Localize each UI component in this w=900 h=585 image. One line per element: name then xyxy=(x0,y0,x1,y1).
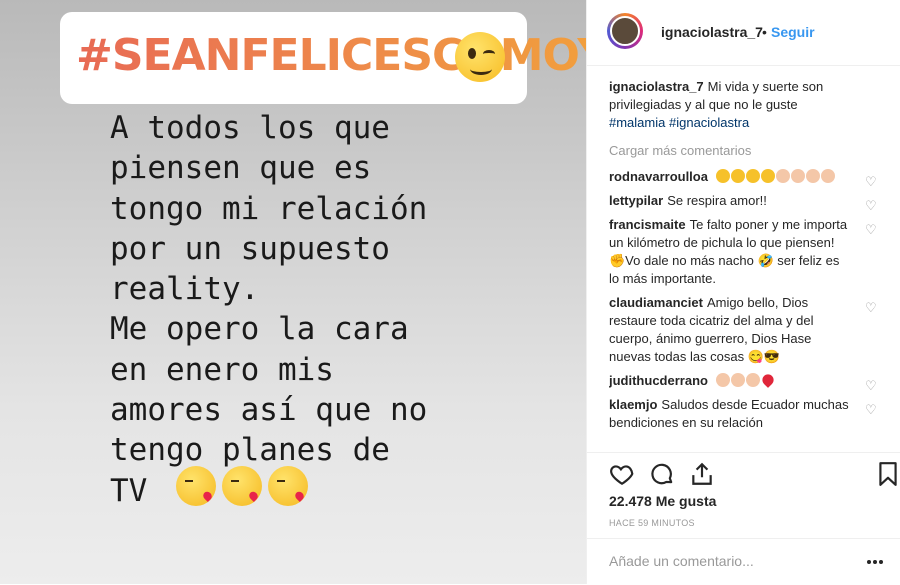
fist-icon xyxy=(790,169,805,183)
clapping-hands-icon xyxy=(745,373,760,387)
comment-username[interactable]: klaemjo xyxy=(609,397,657,412)
clapping-hands-icon xyxy=(715,373,730,387)
kiss-emoji-icon xyxy=(268,466,308,506)
comment-username[interactable]: claudiamanciet xyxy=(609,295,703,310)
like-comment-heart-icon[interactable]: ♡ xyxy=(865,175,877,188)
comment-item: rodnavarroulloa ♡ xyxy=(609,168,879,188)
post-timestamp[interactable]: HACE 59 MINUTOS xyxy=(609,518,695,528)
kiss-emoji-icon xyxy=(222,466,262,506)
instagram-post-view: #SEANFELICESCOMOYO A todos los que piens… xyxy=(0,0,900,584)
story-message: A todos los que piensen que es tongo mi … xyxy=(110,110,428,509)
kiss-emoji-icon xyxy=(176,466,216,506)
comment-username[interactable]: rodnavarroulloa xyxy=(609,169,708,184)
add-comment-bar xyxy=(587,538,900,585)
load-more-comments[interactable]: Cargar más comentarios xyxy=(609,142,879,160)
clapping-hands-icon xyxy=(730,373,745,387)
comment-item: francismaite Te falto poner y me importa … xyxy=(609,216,879,288)
separator-dot: • xyxy=(762,24,767,40)
fist-icon xyxy=(805,169,820,183)
avatar[interactable] xyxy=(607,13,643,49)
flexed-biceps-icon xyxy=(715,169,730,183)
like-heart-icon[interactable] xyxy=(609,461,635,487)
like-comment-heart-icon[interactable]: ♡ xyxy=(865,301,877,314)
hashtag-sticker: #SEANFELICESCOMOYO xyxy=(60,12,586,104)
comment-emojis xyxy=(715,169,836,184)
post-actions xyxy=(587,452,900,493)
caption-username[interactable]: ignaciolastra_7 xyxy=(609,79,704,94)
hashtag-link[interactable]: #ignaciolastra xyxy=(669,115,749,130)
flexed-biceps-icon xyxy=(760,169,775,183)
comment-username[interactable]: judithucderrano xyxy=(609,373,708,388)
comment-item: judithucderrano ♡ xyxy=(609,372,879,392)
comment-emojis xyxy=(715,372,776,388)
like-count[interactable]: 22.478 Me gusta xyxy=(609,493,716,509)
post-username[interactable]: ignaciolastra_7 xyxy=(661,24,763,40)
comment-username[interactable]: lettypilar xyxy=(609,193,663,208)
kiss-emojis xyxy=(176,466,314,511)
add-comment-input[interactable] xyxy=(609,553,839,569)
comment-item: klaemjo Saludos desde Ecuador muchas bend… xyxy=(609,396,879,432)
post-header: ignaciolastra_7 • Seguir xyxy=(587,0,900,66)
share-icon[interactable] xyxy=(689,461,715,487)
like-comment-heart-icon[interactable]: ♡ xyxy=(865,403,877,416)
hashtag-link[interactable]: #malamia xyxy=(609,115,665,130)
bookmark-save-icon[interactable] xyxy=(875,461,900,487)
comment-bubble-icon[interactable] xyxy=(649,461,675,487)
post-sidebar: ignaciolastra_7 • Seguir ignaciolastra_7… xyxy=(586,0,900,584)
comments-list[interactable]: ignaciolastra_7 Mi vida y suerte son priv… xyxy=(609,78,879,450)
comment-item: lettypilar Se respira amor!! ♡ xyxy=(609,192,879,212)
comment-item: claudiamanciet Amigo bello, Dios restaure… xyxy=(609,294,879,366)
flexed-biceps-icon xyxy=(745,169,760,183)
comment-text: Se respira amor!! xyxy=(667,193,767,208)
more-options-icon[interactable] xyxy=(867,551,887,564)
caption: ignaciolastra_7 Mi vida y suerte son priv… xyxy=(609,78,879,132)
like-comment-heart-icon[interactable]: ♡ xyxy=(865,379,877,392)
like-comment-heart-icon[interactable]: ♡ xyxy=(865,223,877,236)
flexed-biceps-icon xyxy=(730,169,745,183)
like-comment-heart-icon[interactable]: ♡ xyxy=(865,199,877,212)
story-image[interactable]: #SEANFELICESCOMOYO A todos los que piens… xyxy=(0,0,586,584)
comment-username[interactable]: francismaite xyxy=(609,217,686,232)
follow-button[interactable]: Seguir xyxy=(771,24,815,40)
red-heart-icon xyxy=(759,372,776,388)
hashtag-text: #SEANFELICESCOMOYO xyxy=(76,30,586,81)
fist-icon xyxy=(820,169,835,183)
fist-icon xyxy=(775,169,790,183)
wink-emoji-icon xyxy=(455,32,505,82)
